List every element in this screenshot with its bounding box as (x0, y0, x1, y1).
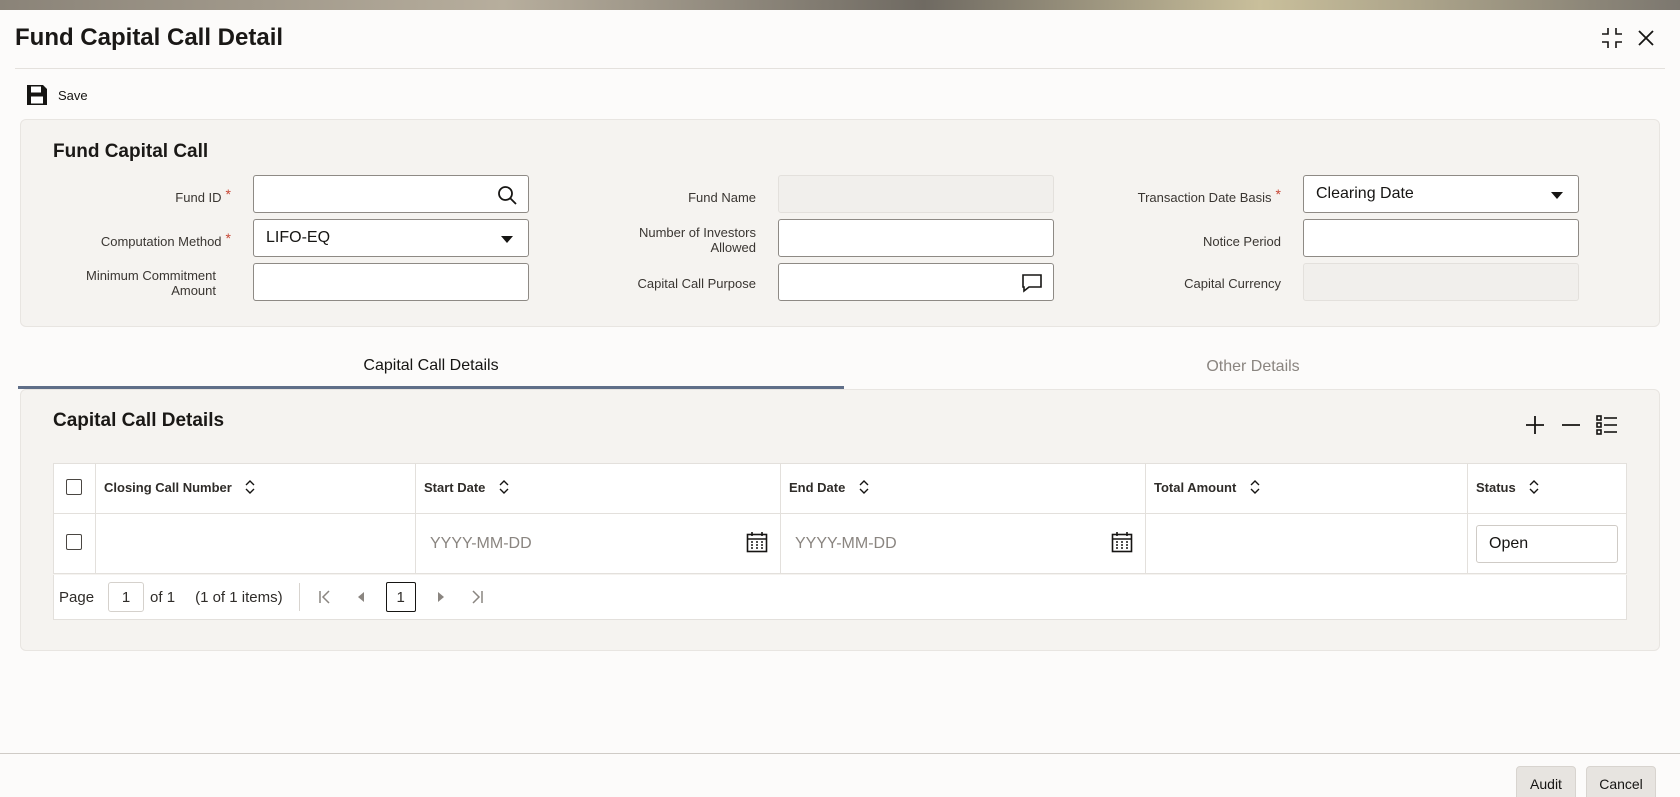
items-count-label: (1 of 1 items) (195, 588, 283, 606)
sort-icon[interactable] (859, 480, 869, 497)
notice-period-input[interactable] (1303, 219, 1579, 257)
notice-period-label: Notice Period (1202, 234, 1281, 249)
minus-icon (1562, 424, 1580, 426)
top-banner-strip (0, 0, 1680, 10)
capital-currency-field (1303, 263, 1579, 301)
capital-call-purpose-input[interactable] (778, 263, 1054, 301)
chevron-down-icon (496, 228, 518, 250)
select-all-checkbox[interactable] (66, 479, 82, 495)
cancel-button[interactable]: Cancel (1586, 766, 1656, 797)
fund-name-field (778, 175, 1054, 213)
transaction-date-basis-select[interactable]: Clearing Date (1303, 175, 1579, 213)
column-header-status[interactable]: Status (1467, 463, 1627, 514)
fund-id-input[interactable] (253, 175, 529, 213)
capital-call-purpose-label: Capital Call Purpose (637, 276, 756, 291)
close-button[interactable] (1632, 24, 1660, 52)
row-checkbox[interactable] (66, 533, 82, 550)
number-of-investors-label: Number of Investors Allowed (638, 225, 756, 255)
last-page-button[interactable] (466, 586, 488, 608)
next-page-icon (437, 592, 444, 602)
last-page-icon (472, 590, 483, 604)
first-page-button[interactable] (314, 586, 336, 608)
title-bar: Fund Capital Call Detail (0, 10, 1680, 68)
calendar-icon[interactable] (1111, 531, 1133, 557)
sort-icon[interactable] (1250, 480, 1260, 497)
required-mark: * (225, 186, 231, 202)
pagination-bar: Page 1 of 1 (1 of 1 items) 1 (53, 575, 1627, 620)
sort-icon[interactable] (1529, 480, 1539, 497)
start-date-input[interactable]: YYYY-MM-DD (430, 535, 532, 553)
tab-capital-call-details[interactable]: Capital Call Details (18, 345, 844, 389)
list-detail-icon (1596, 415, 1617, 435)
closing-call-number-cell[interactable] (95, 513, 416, 574)
first-page-icon (318, 590, 330, 604)
close-icon (1638, 30, 1654, 46)
grid-actions (1524, 414, 1618, 436)
page-label: Page (59, 588, 95, 606)
pager-divider (298, 583, 300, 611)
section-title: Fund Capital Call (53, 141, 209, 162)
fund-name-label: Fund Name (688, 190, 756, 205)
select-all-cell (53, 463, 96, 514)
start-date-cell[interactable]: YYYY-MM-DD (415, 513, 781, 574)
save-label: Save (58, 87, 88, 103)
tab-bar: Capital Call Details Other Details (18, 345, 1662, 389)
page-number-input[interactable]: 1 (108, 582, 145, 612)
row-select-cell (53, 513, 96, 574)
required-mark: * (1275, 186, 1281, 202)
end-date-input[interactable]: YYYY-MM-DD (795, 535, 897, 553)
save-button[interactable]: Save (26, 80, 88, 110)
status-field: Open (1476, 524, 1618, 563)
current-page-button[interactable]: 1 (385, 582, 416, 612)
plus-icon (1526, 416, 1544, 434)
comment-icon[interactable] (1021, 272, 1043, 294)
capital-call-grid: Closing Call Number Start Date End Date … (53, 463, 1627, 574)
column-header-total-amount[interactable]: Total Amount (1145, 463, 1468, 514)
minimum-commitment-input[interactable] (253, 263, 529, 301)
chevron-down-icon (1546, 184, 1568, 206)
calendar-icon[interactable] (746, 531, 768, 557)
details-title: Capital Call Details (53, 410, 225, 431)
column-header-closing-call-number[interactable]: Closing Call Number (95, 463, 416, 514)
total-amount-cell[interactable] (1145, 513, 1468, 574)
required-mark: * (225, 230, 231, 246)
column-header-start-date[interactable]: Start Date (415, 463, 781, 514)
tab-other-details[interactable]: Other Details (844, 345, 1662, 389)
table-row: YYYY-MM-DD YYYY-MM-DD Open (53, 513, 1627, 574)
sort-icon[interactable] (499, 480, 509, 497)
add-row-button[interactable] (1524, 414, 1546, 436)
number-of-investors-input[interactable] (778, 219, 1054, 257)
minimum-commitment-label: Minimum Commitment Amount (85, 268, 216, 298)
maximize-button[interactable] (1598, 24, 1626, 52)
delete-row-button[interactable] (1560, 414, 1582, 436)
footer-divider (0, 753, 1680, 754)
computation-method-label: Computation Method * (100, 230, 231, 250)
column-header-end-date[interactable]: End Date (780, 463, 1146, 514)
fund-capital-call-panel: Fund Capital Call Fund ID * Computation M… (20, 119, 1660, 327)
end-date-cell[interactable]: YYYY-MM-DD (780, 513, 1146, 574)
grid-header-row: Closing Call Number Start Date End Date … (53, 463, 1627, 514)
previous-page-icon (357, 592, 364, 602)
fund-id-label: Fund ID * (175, 186, 231, 206)
next-page-button[interactable] (430, 586, 452, 608)
single-record-view-button[interactable] (1596, 414, 1618, 436)
transaction-date-basis-label: Transaction Date Basis * (1137, 186, 1281, 206)
computation-method-select[interactable]: LIFO-EQ (253, 219, 529, 257)
save-icon (27, 85, 47, 105)
window-title: Fund Capital Call Detail (15, 24, 284, 51)
previous-page-button[interactable] (350, 586, 372, 608)
page-of-label: of 1 (150, 588, 176, 606)
status-cell: Open (1467, 513, 1627, 574)
search-icon[interactable] (496, 184, 518, 206)
sort-icon[interactable] (245, 480, 255, 497)
audit-button[interactable]: Audit (1516, 766, 1576, 797)
maximize-icon (1602, 28, 1622, 48)
dialog-window: Fund Capital Call Detail Save Fund Capit… (0, 10, 1680, 797)
title-divider (15, 68, 1665, 69)
capital-currency-label: Capital Currency (1184, 276, 1281, 291)
